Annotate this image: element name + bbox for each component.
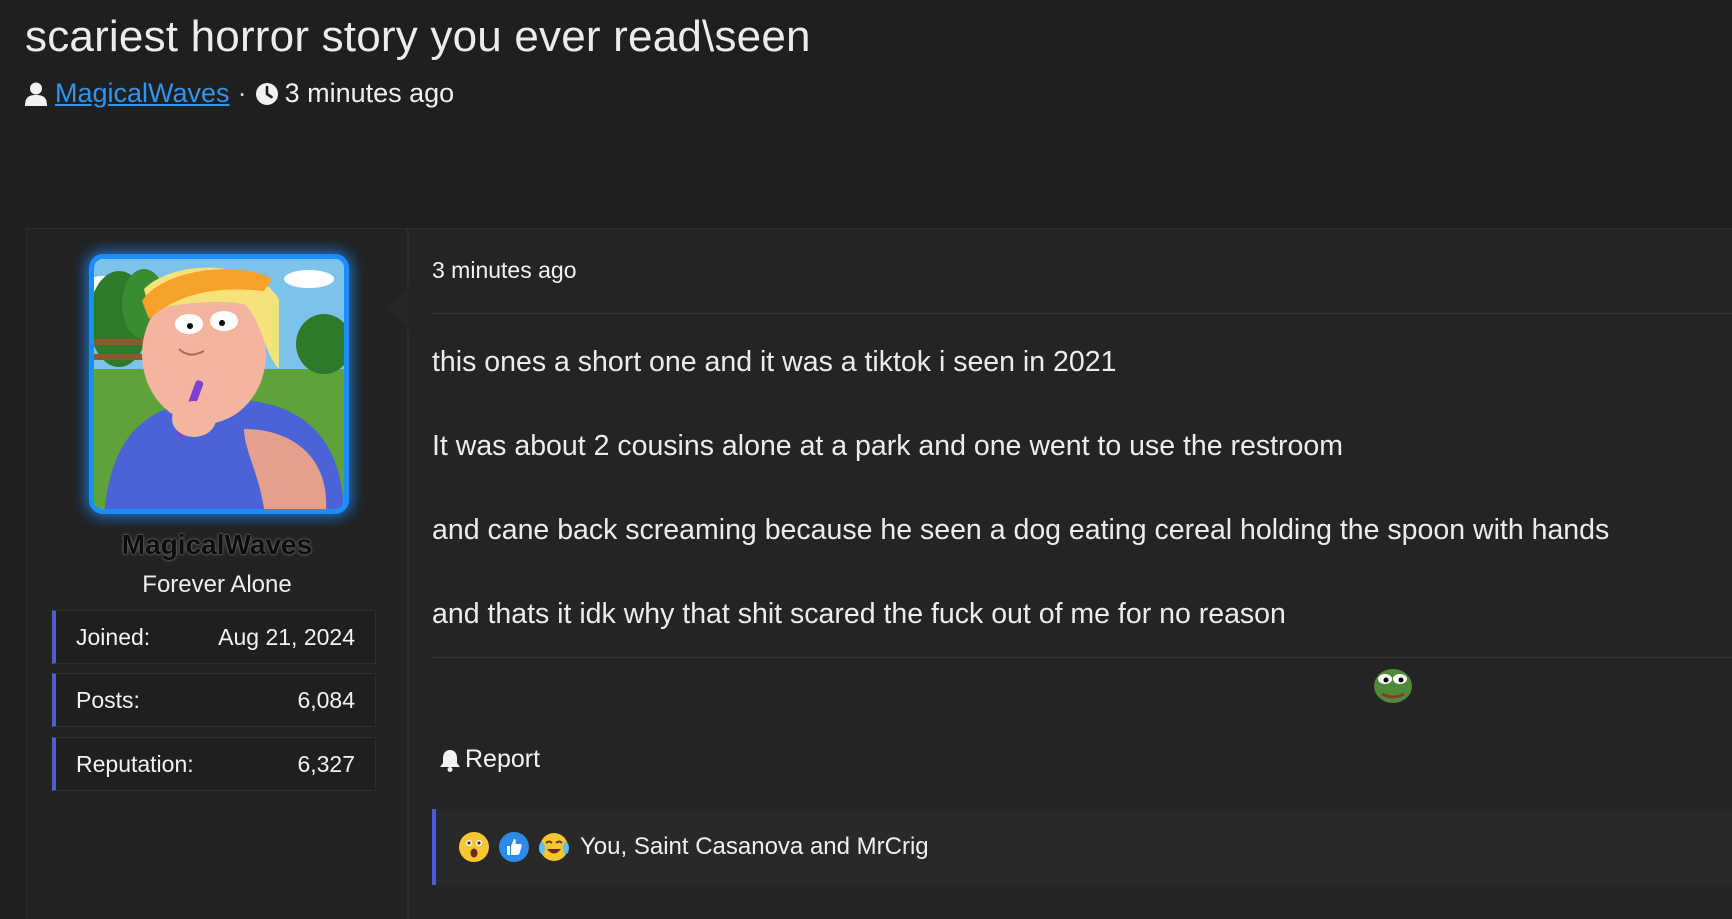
post-time[interactable]: 3 minutes ago bbox=[432, 257, 576, 284]
thread-meta: MagicalWaves · 3 minutes ago bbox=[25, 78, 454, 109]
thread-time: 3 minutes ago bbox=[284, 78, 455, 108]
stat-joined: Joined: Aug 21, 2024 bbox=[52, 610, 376, 664]
post-paragraph: and cane back screaming because he seen … bbox=[432, 514, 1610, 546]
stat-posts: Posts: 6,084 bbox=[52, 673, 376, 727]
post-arrow bbox=[387, 284, 409, 332]
stat-label: Joined: bbox=[76, 623, 151, 650]
reactions-users[interactable]: You, Saint Casanova and MrCrig bbox=[580, 833, 929, 861]
post-paragraph: this ones a short one and it was a tikto… bbox=[432, 346, 1117, 378]
thumbs-up-emoji-icon bbox=[498, 831, 530, 863]
divider bbox=[432, 657, 1732, 658]
post-paragraph: It was about 2 cousins alone at a park a… bbox=[432, 430, 1343, 462]
stat-value: Aug 21, 2024 bbox=[218, 623, 355, 650]
post-paragraph: and thats it idk why that shit scared th… bbox=[432, 598, 1286, 630]
user-icon bbox=[25, 82, 47, 106]
pepe-frog-icon bbox=[1372, 664, 1414, 706]
post: MagicalWaves Forever Alone Joined: Aug 2… bbox=[26, 228, 1732, 919]
thread-author-link[interactable]: MagicalWaves bbox=[55, 78, 230, 109]
divider bbox=[432, 313, 1732, 314]
stat-reputation: Reputation: 6,327 bbox=[52, 737, 376, 791]
crying-laughing-emoji-icon bbox=[538, 831, 570, 863]
stat-value: 6,084 bbox=[297, 686, 355, 713]
meta-separator: · bbox=[237, 78, 247, 108]
post-author-sidebar: MagicalWaves Forever Alone Joined: Aug 2… bbox=[27, 229, 409, 919]
avatar[interactable] bbox=[89, 254, 349, 514]
astonished-emoji-icon bbox=[458, 831, 490, 863]
stat-label: Reputation: bbox=[76, 750, 194, 777]
post-author-username[interactable]: MagicalWaves bbox=[27, 529, 407, 561]
reactions-bar[interactable]: You, Saint Casanova and MrCrig bbox=[432, 809, 1732, 885]
post-content: 3 minutes ago this ones a short one and … bbox=[432, 229, 1732, 919]
report-label: Report bbox=[465, 745, 541, 773]
clock-icon bbox=[255, 82, 279, 106]
stat-value: 6,327 bbox=[297, 750, 355, 777]
user-title: Forever Alone bbox=[142, 571, 292, 598]
stat-label: Posts: bbox=[76, 686, 140, 713]
bell-icon bbox=[439, 748, 465, 772]
thread-title: scariest horror story you ever read\seen bbox=[25, 12, 811, 61]
report-button[interactable]: Report bbox=[439, 745, 540, 774]
